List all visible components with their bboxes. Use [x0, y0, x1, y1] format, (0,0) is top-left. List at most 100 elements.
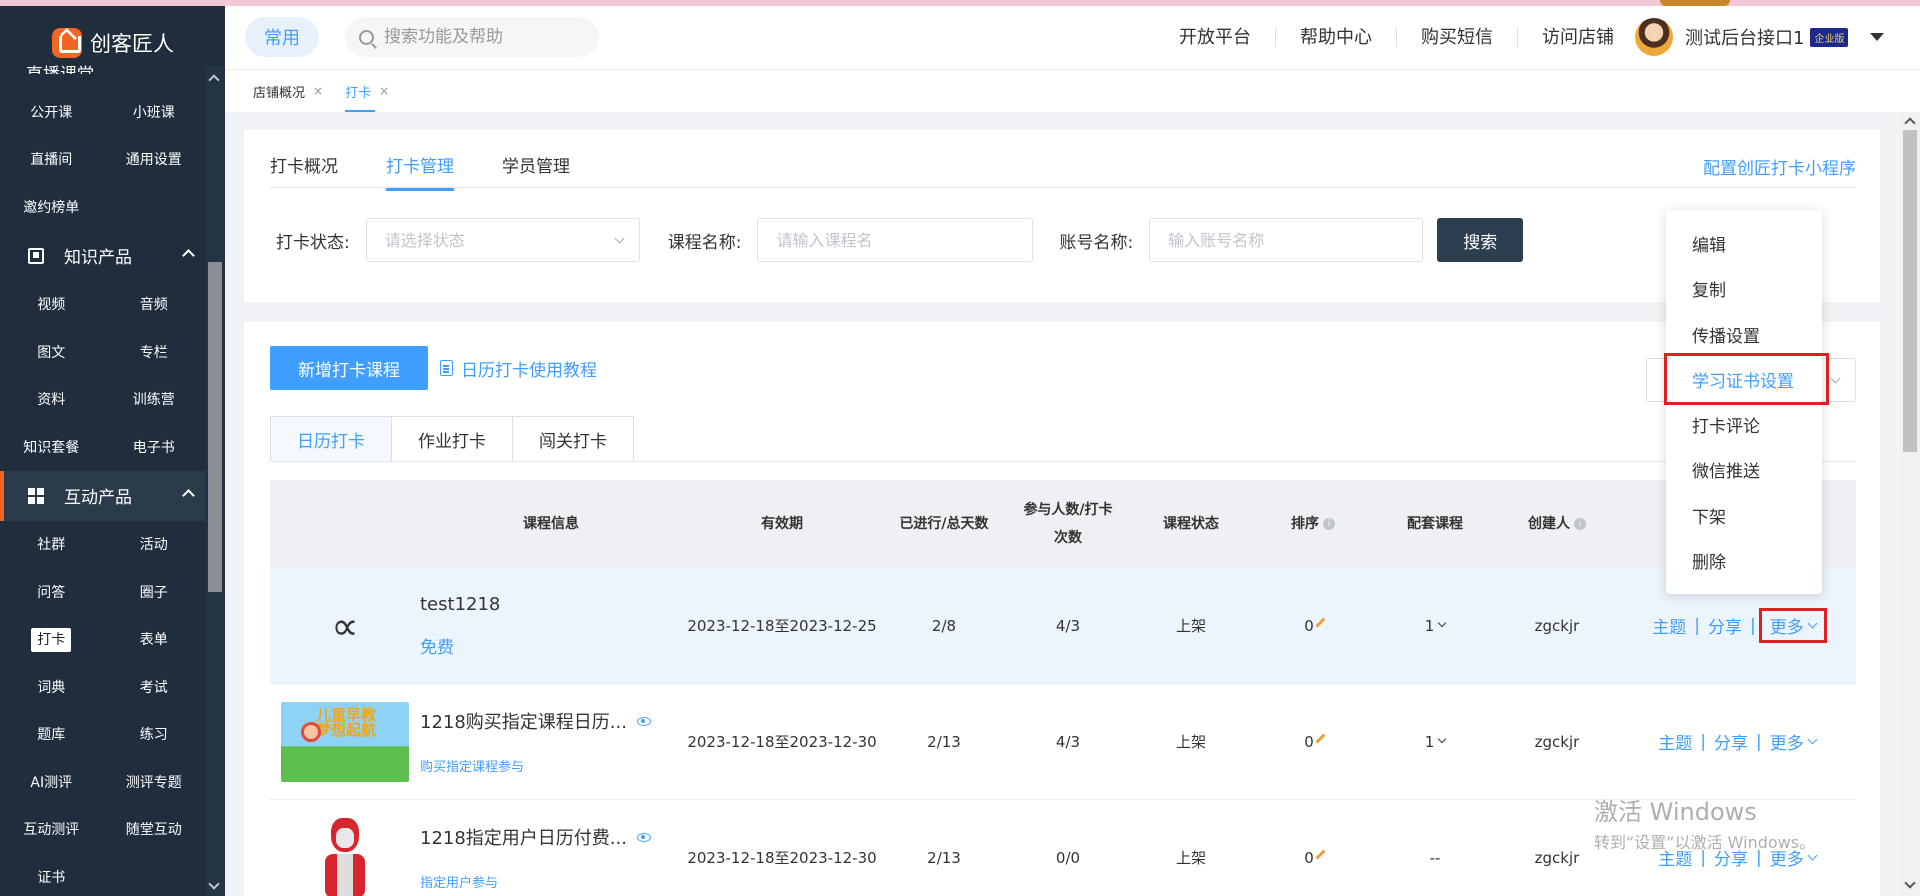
sidebar-item-camp[interactable]: 训练营	[103, 389, 206, 409]
status-select[interactable]	[365, 218, 640, 262]
menu-item-edit[interactable]: 编辑	[1666, 224, 1822, 269]
menu-item-wechat-push[interactable]: 微信推送	[1666, 450, 1822, 495]
sidebar-item-invite-ranking[interactable]: 邀约榜单	[0, 197, 103, 217]
sidebar-item-live-room[interactable]: 直播间	[0, 149, 103, 169]
sidebar-item-ai-assessment[interactable]: AI测评	[0, 772, 103, 792]
sidebar-item-class-interaction[interactable]: 随堂互动	[103, 819, 206, 839]
nav-visit-store[interactable]: 访问店铺	[1518, 29, 1638, 47]
course-name-field[interactable]	[757, 218, 1034, 262]
sidebar-item-open-class[interactable]: 公开课	[0, 102, 103, 122]
course-thumbnail[interactable]	[270, 800, 420, 896]
share-link[interactable]: 分享	[1714, 729, 1748, 754]
info-icon[interactable]: i	[1323, 518, 1335, 530]
sidebar-item-label: 打卡	[31, 628, 72, 653]
chevron-down-icon[interactable]	[1438, 734, 1447, 744]
sidebar-item-ebook[interactable]: 电子书	[103, 437, 206, 457]
sort-value[interactable]: 0	[1252, 800, 1374, 896]
sidebar-item-exam[interactable]: 考试	[103, 677, 206, 697]
sidebar-item-assessment-topic[interactable]: 测评专题	[103, 772, 206, 792]
theme-link[interactable]: 主题	[1652, 613, 1686, 638]
user-menu[interactable]: 测试后台接口1 企业版	[1635, 18, 1885, 56]
sidebar-item-audio[interactable]: 音频	[103, 294, 206, 314]
eye-icon[interactable]	[636, 832, 651, 842]
sidebar-item-activity[interactable]: 活动	[103, 534, 206, 554]
caret-down-icon[interactable]	[1870, 33, 1885, 41]
config-miniprogram-link[interactable]: 配置创匠打卡小程序	[1703, 154, 1856, 179]
sidebar-group-knowledge[interactable]: 知识产品	[0, 231, 205, 281]
validity: 2023-12-18至2023-12-30	[687, 733, 877, 751]
menu-item-copy[interactable]: 复制	[1666, 269, 1822, 314]
sidebar-item-column[interactable]: 专栏	[103, 342, 206, 362]
sort-value[interactable]: 0	[1252, 684, 1374, 799]
sidebar-item-article[interactable]: 图文	[0, 342, 103, 362]
main-scrollbar-thumb[interactable]	[1903, 130, 1917, 452]
add-checkin-course-button[interactable]: 新增打卡课程	[270, 346, 428, 390]
sidebar-item-small-class[interactable]: 小班课	[103, 102, 206, 122]
course-thumbnail[interactable]: ∝	[270, 568, 420, 683]
sidebar-item-question-bank[interactable]: 题库	[0, 724, 103, 744]
sidebar-item-video[interactable]: 视频	[0, 294, 103, 314]
search-box[interactable]	[345, 17, 599, 57]
menu-item-checkin-comments[interactable]: 打卡评论	[1666, 405, 1822, 450]
nav-buy-sms[interactable]: 购买短信	[1397, 29, 1518, 47]
account-name-field[interactable]	[1149, 218, 1424, 262]
tab-checkin-management[interactable]: 打卡管理	[386, 152, 454, 191]
course-title[interactable]: 1218指定用户日历付费...	[420, 824, 651, 850]
info-icon[interactable]: i	[1574, 518, 1586, 530]
pencil-icon[interactable]	[1315, 849, 1326, 860]
page-tab-store-overview[interactable]: 店铺概况 ×	[253, 70, 323, 112]
close-icon[interactable]: ×	[379, 84, 389, 98]
avatar[interactable]	[1635, 18, 1673, 56]
theme-link[interactable]: 主题	[1658, 729, 1692, 754]
sidebar-item-checkin[interactable]: 打卡	[0, 628, 103, 653]
sort-value[interactable]: 0	[1252, 568, 1374, 683]
sidebar-group-label: 互动产品	[64, 488, 132, 508]
eye-icon[interactable]	[636, 716, 651, 726]
sidebar-item-dictionary[interactable]: 词典	[0, 677, 103, 697]
bundled-course[interactable]: 1	[1374, 684, 1496, 799]
chevron-down-icon[interactable]	[1438, 618, 1447, 628]
sidebar-section-live[interactable]: 直播课堂	[26, 60, 94, 74]
account-name-input[interactable]	[1168, 230, 1423, 250]
pencil-icon[interactable]	[1315, 733, 1326, 744]
sidebar-item-community[interactable]: 社群	[0, 534, 103, 554]
sidebar-item-qa[interactable]: 问答	[0, 582, 103, 602]
course-name-input[interactable]	[776, 230, 1033, 250]
sidebar-item-material[interactable]: 资料	[0, 389, 103, 409]
tutorial-link[interactable]: 日历打卡使用教程	[440, 346, 597, 390]
more-dropdown[interactable]: 更多	[1758, 608, 1827, 643]
sidebar-item-general-settings[interactable]: 通用设置	[103, 149, 206, 169]
close-icon[interactable]: ×	[313, 84, 323, 98]
sidebar-item-circle[interactable]: 圈子	[103, 582, 206, 602]
search-input[interactable]	[384, 27, 584, 47]
sidebar-item-certificate[interactable]: 证书	[0, 867, 103, 887]
tab-homework-checkin[interactable]: 作业打卡	[392, 416, 513, 462]
status-select-input[interactable]	[384, 230, 639, 250]
pencil-icon[interactable]	[1315, 617, 1326, 628]
bundled-course[interactable]: 1	[1374, 568, 1496, 683]
menu-item-delete[interactable]: 删除	[1666, 541, 1822, 586]
course-title[interactable]: 1218购买指定课程日历...	[420, 708, 651, 734]
common-pill-button[interactable]: 常用	[245, 17, 319, 57]
share-link[interactable]: 分享	[1708, 613, 1742, 638]
page-tab-checkin[interactable]: 打卡 ×	[345, 70, 389, 112]
sidebar-item-form[interactable]: 表单	[103, 629, 206, 649]
tab-calendar-checkin[interactable]: 日历打卡	[270, 416, 392, 462]
sidebar-item-package[interactable]: 知识套餐	[0, 437, 103, 457]
course-title[interactable]: test1218	[420, 594, 500, 615]
tab-level-checkin[interactable]: 闯关打卡	[513, 416, 634, 462]
search-button[interactable]: 搜索	[1437, 218, 1524, 262]
course-thumbnail[interactable]: 儿童早教梦想起航	[270, 684, 420, 799]
more-dropdown[interactable]: 更多	[1770, 729, 1818, 754]
logo[interactable]: 创客匠人	[52, 26, 174, 60]
nav-open-platform[interactable]: 开放平台	[1155, 29, 1276, 47]
sidebar-item-interactive-assessment[interactable]: 互动测评	[0, 819, 103, 839]
sidebar-scrollbar-thumb[interactable]	[208, 262, 222, 592]
sidebar-group-interactive[interactable]: 互动产品	[0, 470, 205, 521]
menu-item-unpublish[interactable]: 下架	[1666, 496, 1822, 541]
nav-help-center[interactable]: 帮助中心	[1276, 29, 1397, 47]
sidebar-item-practice[interactable]: 练习	[103, 724, 206, 744]
tab-checkin-overview[interactable]: 打卡概况	[270, 152, 338, 191]
tab-student-management[interactable]: 学员管理	[502, 152, 570, 191]
col-creator-label: 创建人	[1528, 516, 1570, 532]
